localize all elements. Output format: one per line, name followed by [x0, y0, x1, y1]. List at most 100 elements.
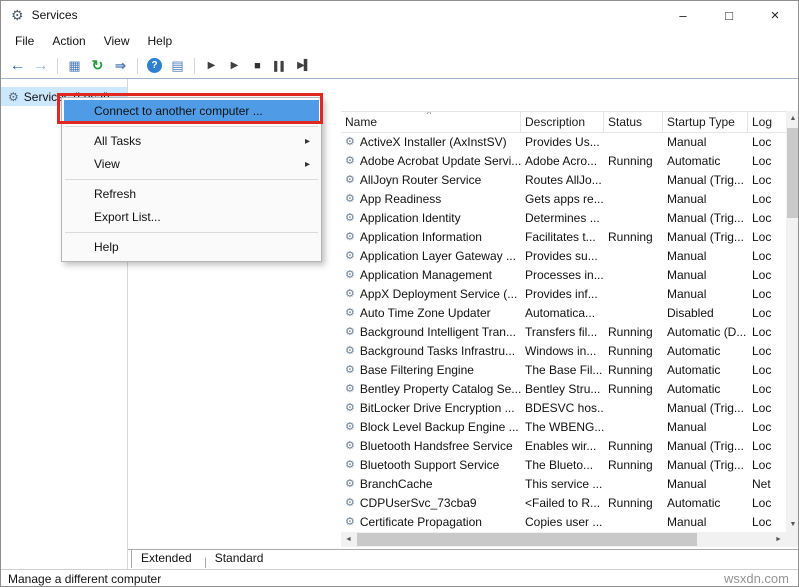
service-row[interactable]: ⚙ Bluetooth Handsfree Service Enables wi… — [341, 437, 786, 456]
minimize-button[interactable]: – — [660, 1, 706, 29]
service-status — [604, 209, 663, 228]
show-console-tree-icon[interactable]: ▦ — [63, 55, 86, 77]
service-row[interactable]: ⚙ Bluetooth Support Service The Blueto..… — [341, 456, 786, 475]
services-list: ⚙ ActiveX Installer (AxInstSV) Provides … — [341, 133, 786, 532]
context-menu-item-connect[interactable]: Connect to another computer ... — [64, 100, 319, 123]
service-name: Bentley Property Catalog Se... — [360, 380, 521, 399]
service-log-on-as: Loc — [748, 380, 786, 399]
column-header-log-on-as[interactable]: Log — [748, 112, 786, 132]
service-description: Facilitates t... — [521, 228, 604, 247]
column-header-description[interactable]: Description — [521, 112, 604, 132]
service-row[interactable]: ⚙ Application Information Facilitates t.… — [341, 228, 786, 247]
service-startup-type: Manual — [663, 247, 748, 266]
service-gear-icon: ⚙ — [345, 437, 355, 456]
service-row[interactable]: ⚙ Background Intelligent Tran... Transfe… — [341, 323, 786, 342]
service-startup-type: Manual (Trig... — [663, 209, 748, 228]
service-description: Copies user ... — [521, 513, 604, 532]
tab-standard[interactable]: Standard — [205, 550, 282, 568]
menubar-item[interactable]: View — [95, 29, 139, 53]
service-startup-type: Manual (Trig... — [663, 437, 748, 456]
back-icon[interactable]: ← — [6, 55, 29, 77]
service-startup-type: Manual — [663, 513, 748, 532]
menubar-item[interactable]: File — [6, 29, 43, 53]
service-row[interactable]: ⚙ Application Layer Gateway ... Provides… — [341, 247, 786, 266]
refresh-icon[interactable]: ↻ — [86, 55, 109, 77]
service-gear-icon: ⚙ — [345, 456, 355, 475]
resume-service-icon[interactable]: ▶ — [223, 55, 246, 77]
service-status: Running — [604, 494, 663, 513]
vertical-scroll-thumb[interactable] — [787, 128, 799, 218]
service-row[interactable]: ⚙ AppX Deployment Service (... Provides … — [341, 285, 786, 304]
service-status — [604, 399, 663, 418]
title-bar: ⚙ Services – □ × — [1, 1, 798, 29]
service-row[interactable]: ⚙ Auto Time Zone Updater Automatica... D… — [341, 304, 786, 323]
service-name: Base Filtering Engine — [360, 361, 474, 380]
service-status: Running — [604, 152, 663, 171]
service-row[interactable]: ⚙ Block Level Backup Engine ... The WBEN… — [341, 418, 786, 437]
toolbar-separator — [137, 58, 138, 74]
context-menu-item-refresh[interactable]: Refresh — [64, 183, 319, 206]
toolbar: ← → ▦ ↻ ⇒ ? ▤ ▶ ▶ ■ ▌▌ ▶▌ — [1, 53, 798, 79]
service-row[interactable]: ⚙ BranchCache This service ... Manual Ne… — [341, 475, 786, 494]
column-header-name[interactable]: Name ^ — [341, 112, 521, 132]
service-name: Adobe Acrobat Update Servi... — [360, 152, 521, 171]
pause-service-icon[interactable]: ▌▌ — [269, 55, 292, 77]
maximize-button[interactable]: □ — [706, 1, 752, 29]
scroll-left-icon[interactable]: ◄ — [341, 532, 356, 547]
service-row[interactable]: ⚙ Base Filtering Engine The Base Fil... … — [341, 361, 786, 380]
menubar-item[interactable]: Action — [43, 29, 94, 53]
service-row[interactable]: ⚙ BitLocker Drive Encryption ... BDESVC … — [341, 399, 786, 418]
horizontal-scroll-thumb[interactable] — [357, 533, 697, 546]
scroll-up-icon[interactable]: ▲ — [786, 111, 799, 126]
service-row[interactable]: ⚙ ActiveX Installer (AxInstSV) Provides … — [341, 133, 786, 152]
service-row[interactable]: ⚙ Background Tasks Infrastru... Windows … — [341, 342, 786, 361]
service-row[interactable]: ⚙ CDPUserSvc_73cba9 <Failed to R... Runn… — [341, 494, 786, 513]
service-status — [604, 190, 663, 209]
forward-icon[interactable]: → — [29, 55, 52, 77]
window-title: Services — [32, 8, 78, 22]
service-row[interactable]: ⚙ Application Management Processes in...… — [341, 266, 786, 285]
service-log-on-as: Loc — [748, 361, 786, 380]
service-row[interactable]: ⚙ Adobe Acrobat Update Servi... Adobe Ac… — [341, 152, 786, 171]
sort-ascending-icon: ^ — [427, 112, 431, 119]
service-row[interactable]: ⚙ App Readiness Gets apps re... Manual L… — [341, 190, 786, 209]
scroll-down-icon[interactable]: ▼ — [786, 517, 799, 532]
services-icon: ⚙ — [8, 90, 19, 104]
column-header-status[interactable]: Status — [604, 112, 663, 132]
service-gear-icon: ⚙ — [345, 475, 355, 494]
horizontal-scrollbar[interactable]: ◄ ► — [341, 532, 786, 547]
service-log-on-as: Loc — [748, 399, 786, 418]
service-description: Bentley Stru... — [521, 380, 604, 399]
service-row[interactable]: ⚙ Application Identity Determines ... Ma… — [341, 209, 786, 228]
service-row[interactable]: ⚙ AllJoyn Router Service Routes AllJo...… — [341, 171, 786, 190]
vertical-scrollbar[interactable]: ▲ ▼ — [786, 111, 799, 532]
context-menu-item-export-list[interactable]: Export List... — [64, 206, 319, 229]
service-status: Running — [604, 361, 663, 380]
service-status: Running — [604, 437, 663, 456]
service-gear-icon: ⚙ — [345, 209, 355, 228]
scroll-right-icon[interactable]: ► — [771, 532, 786, 547]
stop-service-icon[interactable]: ■ — [246, 55, 269, 77]
context-menu-item-all-tasks[interactable]: All Tasks ▸ — [64, 130, 319, 153]
service-startup-type: Manual (Trig... — [663, 228, 748, 247]
start-service-icon[interactable]: ▶ — [200, 55, 223, 77]
service-description: The Blueto... — [521, 456, 604, 475]
watermark: wsxdn.com — [724, 571, 789, 586]
close-button[interactable]: × — [752, 1, 798, 29]
service-startup-type: Automatic — [663, 494, 748, 513]
context-menu-item-view[interactable]: View ▸ — [64, 153, 319, 176]
context-menu-item-help[interactable]: Help — [64, 236, 319, 259]
export-list-icon[interactable]: ⇒ — [109, 55, 132, 77]
tab-extended[interactable]: Extended — [131, 550, 210, 568]
restart-service-icon[interactable]: ▶▌ — [292, 55, 315, 77]
service-name: Bluetooth Support Service — [360, 456, 499, 475]
menubar-item[interactable]: Help — [139, 29, 182, 53]
properties-list-icon[interactable]: ▤ — [166, 55, 189, 77]
column-header-startup-type[interactable]: Startup Type — [663, 112, 748, 132]
service-startup-type: Manual (Trig... — [663, 456, 748, 475]
service-log-on-as: Loc — [748, 418, 786, 437]
service-row[interactable]: ⚙ Bentley Property Catalog Se... Bentley… — [341, 380, 786, 399]
help-icon[interactable]: ? — [143, 55, 166, 77]
service-name: Application Identity — [360, 209, 461, 228]
service-row[interactable]: ⚙ Certificate Propagation Copies user ..… — [341, 513, 786, 532]
